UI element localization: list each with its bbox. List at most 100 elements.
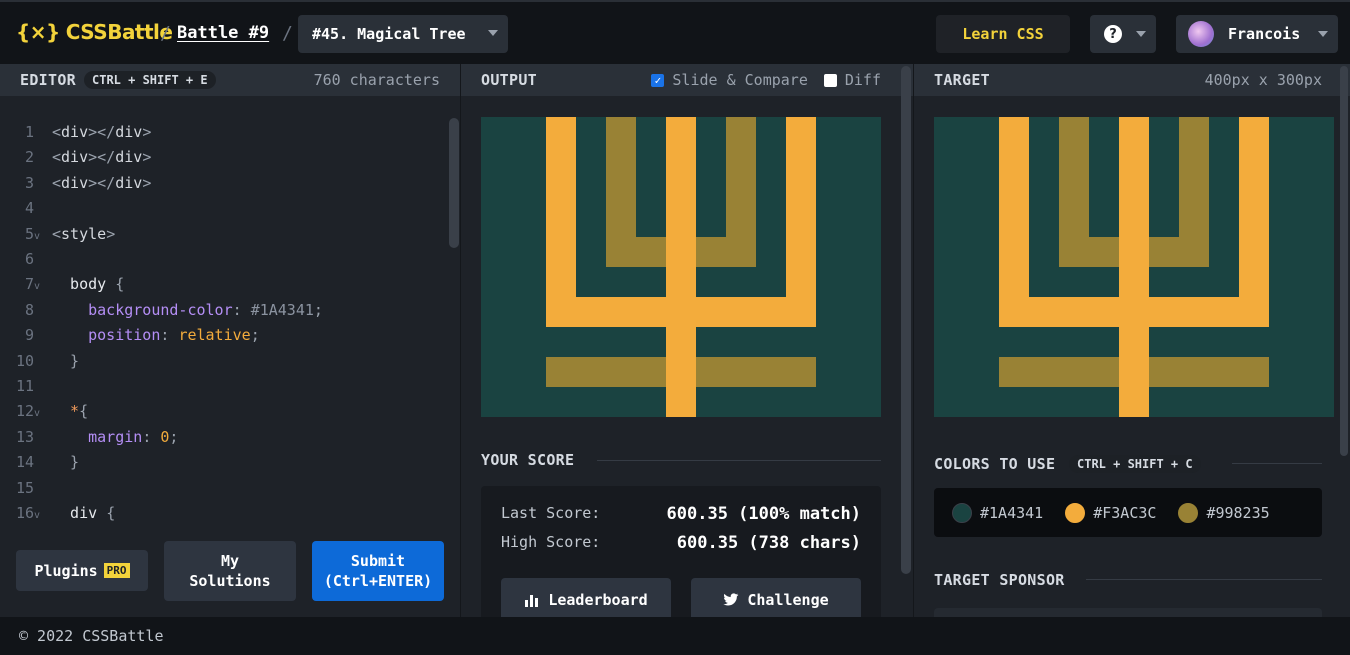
top-bar: {×} CSSBattle / Battle #9 / #45. Magical… (0, 0, 1350, 64)
editor-header: EDITOR CTRL + SHIFT + E 760 characters (0, 64, 460, 96)
editor-scrollbar[interactable] (449, 118, 459, 248)
target-size: 400px x 300px (1204, 71, 1322, 89)
fold-chevron-icon[interactable]: v (34, 401, 52, 426)
code-line[interactable]: 12v *{ (0, 399, 440, 424)
line-number: 14 (15, 453, 34, 472)
code-token: * (52, 402, 80, 421)
line-number: 3 (24, 173, 34, 192)
code-line[interactable]: 3 <div></div> (0, 171, 440, 196)
diff-checkbox[interactable] (823, 73, 837, 87)
code-line[interactable]: 6 (0, 247, 440, 272)
cssbattle-logo[interactable]: {×} CSSBattle (16, 20, 173, 44)
outer-left-prong (999, 117, 1029, 327)
color-palette: #1A4341 #F3AC3C #998235 (934, 488, 1322, 537)
center-trunk (1119, 117, 1149, 417)
code-line[interactable]: 9 position: relative; (0, 323, 440, 348)
challenge-select[interactable]: #45. Magical Tree (298, 15, 508, 53)
output-scrollbar[interactable] (901, 66, 911, 574)
line-number: 15 (15, 478, 34, 497)
code-token: div (115, 123, 143, 141)
challenge-button[interactable]: Challenge (691, 578, 861, 622)
slide-compare-toggle[interactable]: ✓ Slide & Compare (651, 71, 808, 89)
code-line[interactable]: 14 } (0, 450, 440, 475)
code-token: > (106, 224, 116, 243)
code-token: ></ (88, 123, 116, 141)
code-token: background-color (52, 300, 233, 319)
code-line[interactable]: 2 <div></div> (0, 145, 440, 170)
user-name: Francois (1228, 25, 1301, 43)
fold-chevron-icon[interactable]: v (34, 503, 52, 528)
color-code: #998235 (1206, 503, 1270, 522)
code-editor[interactable]: 1 <div></div> 2 <div></div> 3 <div></div> 4 5v <… (0, 96, 460, 536)
code-line[interactable]: 4 (0, 196, 440, 221)
code-token: div (61, 148, 89, 167)
line-number: 12 (15, 402, 34, 421)
code-line[interactable]: 8 background-color: #1A4341; (0, 298, 440, 323)
colors-shortcut: CTRL + SHIFT + C (1069, 455, 1201, 473)
submit-label-line2: (Ctrl+ENTER) (323, 572, 433, 590)
code-token: #1A4341 (250, 300, 314, 319)
code-token: > (142, 148, 152, 167)
fold-chevron-icon[interactable]: v (34, 224, 52, 249)
check-icon[interactable]: ✓ (651, 73, 665, 87)
leaderboard-label: Leaderboard (548, 591, 648, 609)
code-token: { (106, 504, 116, 522)
code-line[interactable]: 5v <style> (0, 222, 440, 247)
last-score-label: Last Score: (501, 504, 601, 522)
code-line[interactable]: 15 (0, 476, 440, 501)
code-line[interactable]: 7v body { (0, 272, 440, 297)
chevron-down-icon (488, 30, 498, 36)
code-token: < (52, 123, 62, 141)
chevron-down-icon (1136, 31, 1146, 37)
editor-shortcut: CTRL + SHIFT + E (84, 71, 216, 89)
code-line[interactable]: 10 } (0, 349, 440, 374)
code-line[interactable]: 11 (0, 374, 440, 399)
center-trunk (666, 117, 696, 417)
code-token: } (52, 351, 80, 370)
divider-line (597, 460, 881, 461)
target-scrollbar[interactable] (1340, 66, 1348, 456)
divider-line (1086, 579, 1322, 580)
color-swatch[interactable]: #1A4341 (952, 502, 1043, 523)
code-line[interactable]: 13 margin: 0; (0, 425, 440, 450)
code-line[interactable]: 16v div { (0, 501, 440, 526)
breadcrumb-separator: / (160, 23, 171, 44)
fold-chevron-icon[interactable]: v (34, 274, 52, 299)
help-menu-button[interactable]: ? (1090, 15, 1156, 53)
color-swatch[interactable]: #F3AC3C (1065, 502, 1157, 523)
code-token: < (52, 148, 62, 167)
code-token: > (142, 123, 152, 141)
code-token: ></ (88, 173, 116, 192)
output-canvas[interactable] (481, 117, 881, 417)
learn-css-button[interactable]: Learn CSS (936, 15, 1070, 53)
code-token: ; (250, 326, 260, 345)
line-number: 2 (24, 148, 34, 167)
your-score-title: YOUR SCORE (481, 451, 575, 469)
line-number: 9 (24, 326, 34, 345)
plugins-button[interactable]: Plugins PRO (16, 550, 148, 591)
user-menu-button[interactable]: Francois (1176, 15, 1338, 53)
color-code: #F3AC3C (1093, 503, 1157, 522)
logo-text: CSSBattle (65, 20, 173, 44)
my-solutions-button[interactable]: My Solutions (164, 541, 296, 601)
help-icon: ? (1104, 25, 1122, 43)
outer-left-prong (546, 117, 576, 327)
line-number: 8 (24, 300, 34, 319)
leaderboard-button[interactable]: Leaderboard (501, 578, 671, 622)
code-token: margin (52, 427, 143, 446)
target-header: TARGET 400px x 300px (914, 64, 1350, 96)
line-number: 13 (15, 427, 34, 446)
code-token: : (142, 427, 161, 446)
target-title: TARGET (934, 71, 990, 89)
submit-button[interactable]: Submit (Ctrl+ENTER) (312, 541, 444, 601)
diff-toggle[interactable]: Diff (823, 71, 881, 89)
high-score-value: 600.35 (738 chars) (676, 533, 861, 553)
code-token: body (52, 275, 116, 294)
battle-link[interactable]: Battle #9 (177, 23, 269, 43)
high-score-label: High Score: (501, 533, 601, 551)
line-number: 10 (15, 351, 34, 370)
code-line[interactable]: 1 <div></div> (0, 120, 440, 145)
color-swatch[interactable]: #998235 (1178, 502, 1270, 523)
editor-title: EDITOR (20, 71, 76, 89)
code-token: style (61, 224, 107, 243)
